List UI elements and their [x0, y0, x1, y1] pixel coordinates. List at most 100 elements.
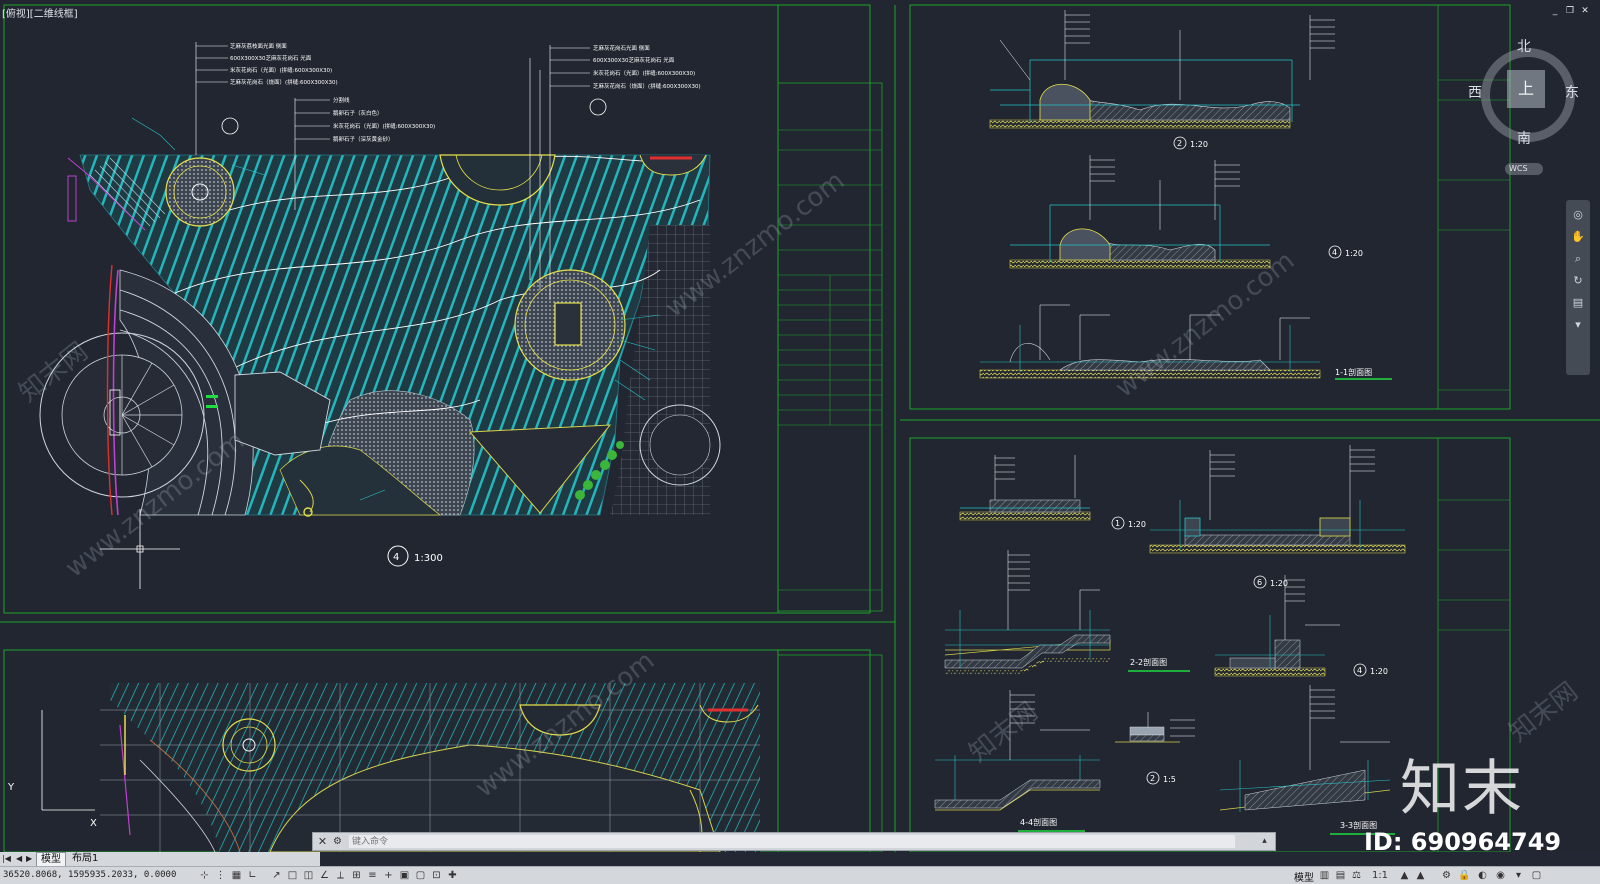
customize-icon[interactable]: ⚙	[331, 835, 344, 848]
watermark-id: ID: 690964749	[1364, 828, 1562, 856]
section-scale: 1:20	[1345, 249, 1363, 258]
compass-west[interactable]: 西	[1468, 82, 1482, 102]
lineweight-icon[interactable]: ≡	[366, 869, 379, 882]
minimize-icon[interactable]: _	[1550, 6, 1560, 16]
viewport-window-controls: _ ❐ ✕	[1550, 6, 1590, 16]
lock-icon[interactable]: 🔒	[1458, 869, 1471, 882]
status-menu-icon[interactable]: ▾	[1512, 869, 1525, 882]
compass-south[interactable]: 南	[1517, 128, 1531, 148]
plan-labels-right: 芝麻灰花岗石光面 侧面 600X300X30芝麻灰花岗石 光面 米灰花岗石（光面…	[593, 44, 701, 90]
close-icon[interactable]: ✕	[1580, 6, 1590, 16]
navigation-bar: ◎ ✋ ⌕ ↻ ▤ ▾	[1566, 200, 1590, 375]
selection-cycling-icon[interactable]: ▢	[414, 869, 427, 882]
section-number: 1	[1115, 519, 1120, 528]
ortho-mode-icon[interactable]: ∟	[246, 869, 259, 882]
ucs-icon: Y X	[7, 710, 97, 829]
plan-label: 600X300X30芝麻灰花岗石 光面	[230, 54, 312, 62]
hardware-acceleration-icon[interactable]: ◐	[1476, 869, 1489, 882]
first-tab-icon[interactable]: |◀	[2, 854, 11, 863]
isolate-objects-icon[interactable]: ◉	[1494, 869, 1507, 882]
quick-view-drawings-icon[interactable]: ▤	[1334, 869, 1347, 882]
prev-tab-icon[interactable]: ◀	[16, 854, 22, 863]
annotation-monitor-icon[interactable]: ⊡	[430, 869, 443, 882]
section-number: 4	[1332, 248, 1337, 257]
close-icon[interactable]: ✕	[316, 835, 329, 848]
auto-scale-icon[interactable]: ▲	[1414, 869, 1427, 882]
plan-label: 米灰花岗石（光面）(拼缝:600X300X30)	[333, 122, 435, 130]
model-space-button[interactable]: 模型	[1294, 869, 1314, 884]
section-scale: 1:20	[1128, 520, 1146, 529]
quick-view-layouts-icon[interactable]: ▥	[1318, 869, 1331, 882]
annotation-scale-value[interactable]: 1:1	[1366, 869, 1394, 882]
autocad-window: 芝麻灰荔枝面光面 侧面 600X300X30芝麻灰花岗石 光面 米灰花岗石（光面…	[0, 0, 1600, 884]
dynamic-ucs-icon[interactable]: ⟂	[334, 869, 347, 882]
navbar-menu-icon[interactable]: ▾	[1571, 318, 1585, 332]
snap-mode-icon[interactable]: ⋮	[214, 869, 227, 882]
annotation-visibility-icon[interactable]: ▲	[1398, 869, 1411, 882]
ucs-x-label: X	[90, 818, 97, 829]
section-number: 6	[1257, 578, 1262, 587]
clean-screen-icon[interactable]: ▢	[1530, 869, 1543, 882]
annotation-scale-icon[interactable]: ⚖	[1350, 869, 1363, 882]
ucs-y-label: Y	[7, 782, 15, 793]
watermark-logo: 知末	[1400, 754, 1524, 824]
section-scale: 1:5	[1163, 775, 1176, 784]
3d-osnap-icon[interactable]: ◫	[302, 869, 315, 882]
orbit-icon[interactable]: ↻	[1571, 274, 1585, 288]
plan-label: 米灰花岗石（光面）(拼缝:600X300X30)	[593, 69, 695, 77]
cad-drawing: 芝麻灰荔枝面光面 侧面 600X300X30芝麻灰花岗石 光面 米灰花岗石（光面…	[0, 4, 1600, 853]
plan-scale-label: 1:300	[414, 553, 443, 564]
wcs-menu[interactable]: WCS	[1505, 163, 1543, 175]
viewport-label[interactable]: [俯视][二维线框]	[2, 5, 78, 20]
grid-display-icon[interactable]: ▦	[230, 869, 243, 882]
plan-scale-number: 4	[393, 552, 399, 563]
section-scale: 1:20	[1370, 667, 1388, 676]
plan-label: 芝麻灰花岗石（烧面）(拼缝:600X300X30)	[593, 82, 701, 90]
section-title: 2-2剖面图	[1130, 657, 1167, 667]
workspace-switch-icon[interactable]: ⚙	[1440, 869, 1453, 882]
polar-tracking-icon[interactable]: ↗	[270, 869, 283, 882]
compass-north[interactable]: 北	[1517, 36, 1531, 56]
zoom-icon[interactable]: ⌕	[1571, 252, 1585, 266]
viewcube[interactable]: 上 北 南 西 东	[1468, 39, 1579, 147]
viewcube-top-face[interactable]: 上	[1507, 70, 1545, 108]
section-number: 2	[1177, 139, 1182, 148]
plan-label: 600X300X30芝麻灰花岗石 光面	[593, 56, 675, 64]
plan-label: 鹅卵石子（深灰黄金砂）	[333, 135, 394, 143]
transparency-icon[interactable]: +	[382, 869, 395, 882]
quick-properties-icon[interactable]: ▣	[398, 869, 411, 882]
showmotion-icon[interactable]: ▤	[1571, 296, 1585, 310]
object-snap-tracking-icon[interactable]: ∠	[318, 869, 331, 882]
dynamic-input-icon[interactable]: ⊞	[350, 869, 363, 882]
infer-constraints-icon[interactable]: ⊹	[198, 869, 211, 882]
layout-tabs: |◀ ◀ ▶ 模型 布局1	[0, 852, 320, 866]
restore-icon[interactable]: ❐	[1565, 6, 1575, 16]
object-snap-icon[interactable]: □	[286, 869, 299, 882]
add-icon[interactable]: ✚	[446, 869, 459, 882]
section-number: 4	[1357, 666, 1362, 675]
plan-labels-left: 芝麻灰荔枝面光面 侧面 600X300X30芝麻灰花岗石 光面 米灰花岗石（光面…	[230, 42, 435, 143]
drawing-canvas[interactable]: 芝麻灰荔枝面光面 侧面 600X300X30芝麻灰花岗石 光面 米灰花岗石（光面…	[0, 0, 1600, 853]
tab-layout1[interactable]: 布局1	[68, 852, 102, 866]
steering-wheel-icon[interactable]: ◎	[1571, 208, 1585, 222]
section-title: 1-1剖面图	[1335, 367, 1372, 377]
status-bar: 36520.8068, 1595935.2033, 0.0000 ⊹ ⋮ ▦ ∟…	[0, 866, 1600, 884]
next-tab-icon[interactable]: ▶	[26, 854, 32, 863]
section-scale: 1:20	[1190, 140, 1208, 149]
cursor-coordinates: 36520.8068, 1595935.2033, 0.0000	[3, 870, 177, 880]
section-scale: 1:20	[1270, 579, 1288, 588]
compass-east[interactable]: 东	[1565, 82, 1579, 102]
sheet-frame-sections-1	[909, 4, 1511, 410]
plan-label: 鹅卵石子（灰白色）	[333, 109, 383, 117]
plan-label: 分割线	[333, 96, 350, 104]
command-line: ✕ ⚙ ▴	[312, 832, 1276, 851]
section-title: 4-4剖面图	[1020, 817, 1057, 827]
plan-label: 米灰花岗石（光面）(拼缝:600X300X30)	[230, 66, 332, 74]
command-input[interactable]	[349, 835, 1235, 848]
pan-icon[interactable]: ✋	[1571, 230, 1585, 244]
plan-scale-tag: 4 1:300	[387, 545, 443, 567]
section-drawings-bottom: 1 1:20 6 1:20 2-2剖面图 4 1:20 2 1:5 4-4剖面图…	[934, 445, 1406, 835]
chevron-up-icon[interactable]: ▴	[1258, 835, 1271, 848]
plan-label: 芝麻灰花岗石光面 侧面	[593, 44, 650, 52]
tab-model[interactable]: 模型	[36, 852, 66, 866]
